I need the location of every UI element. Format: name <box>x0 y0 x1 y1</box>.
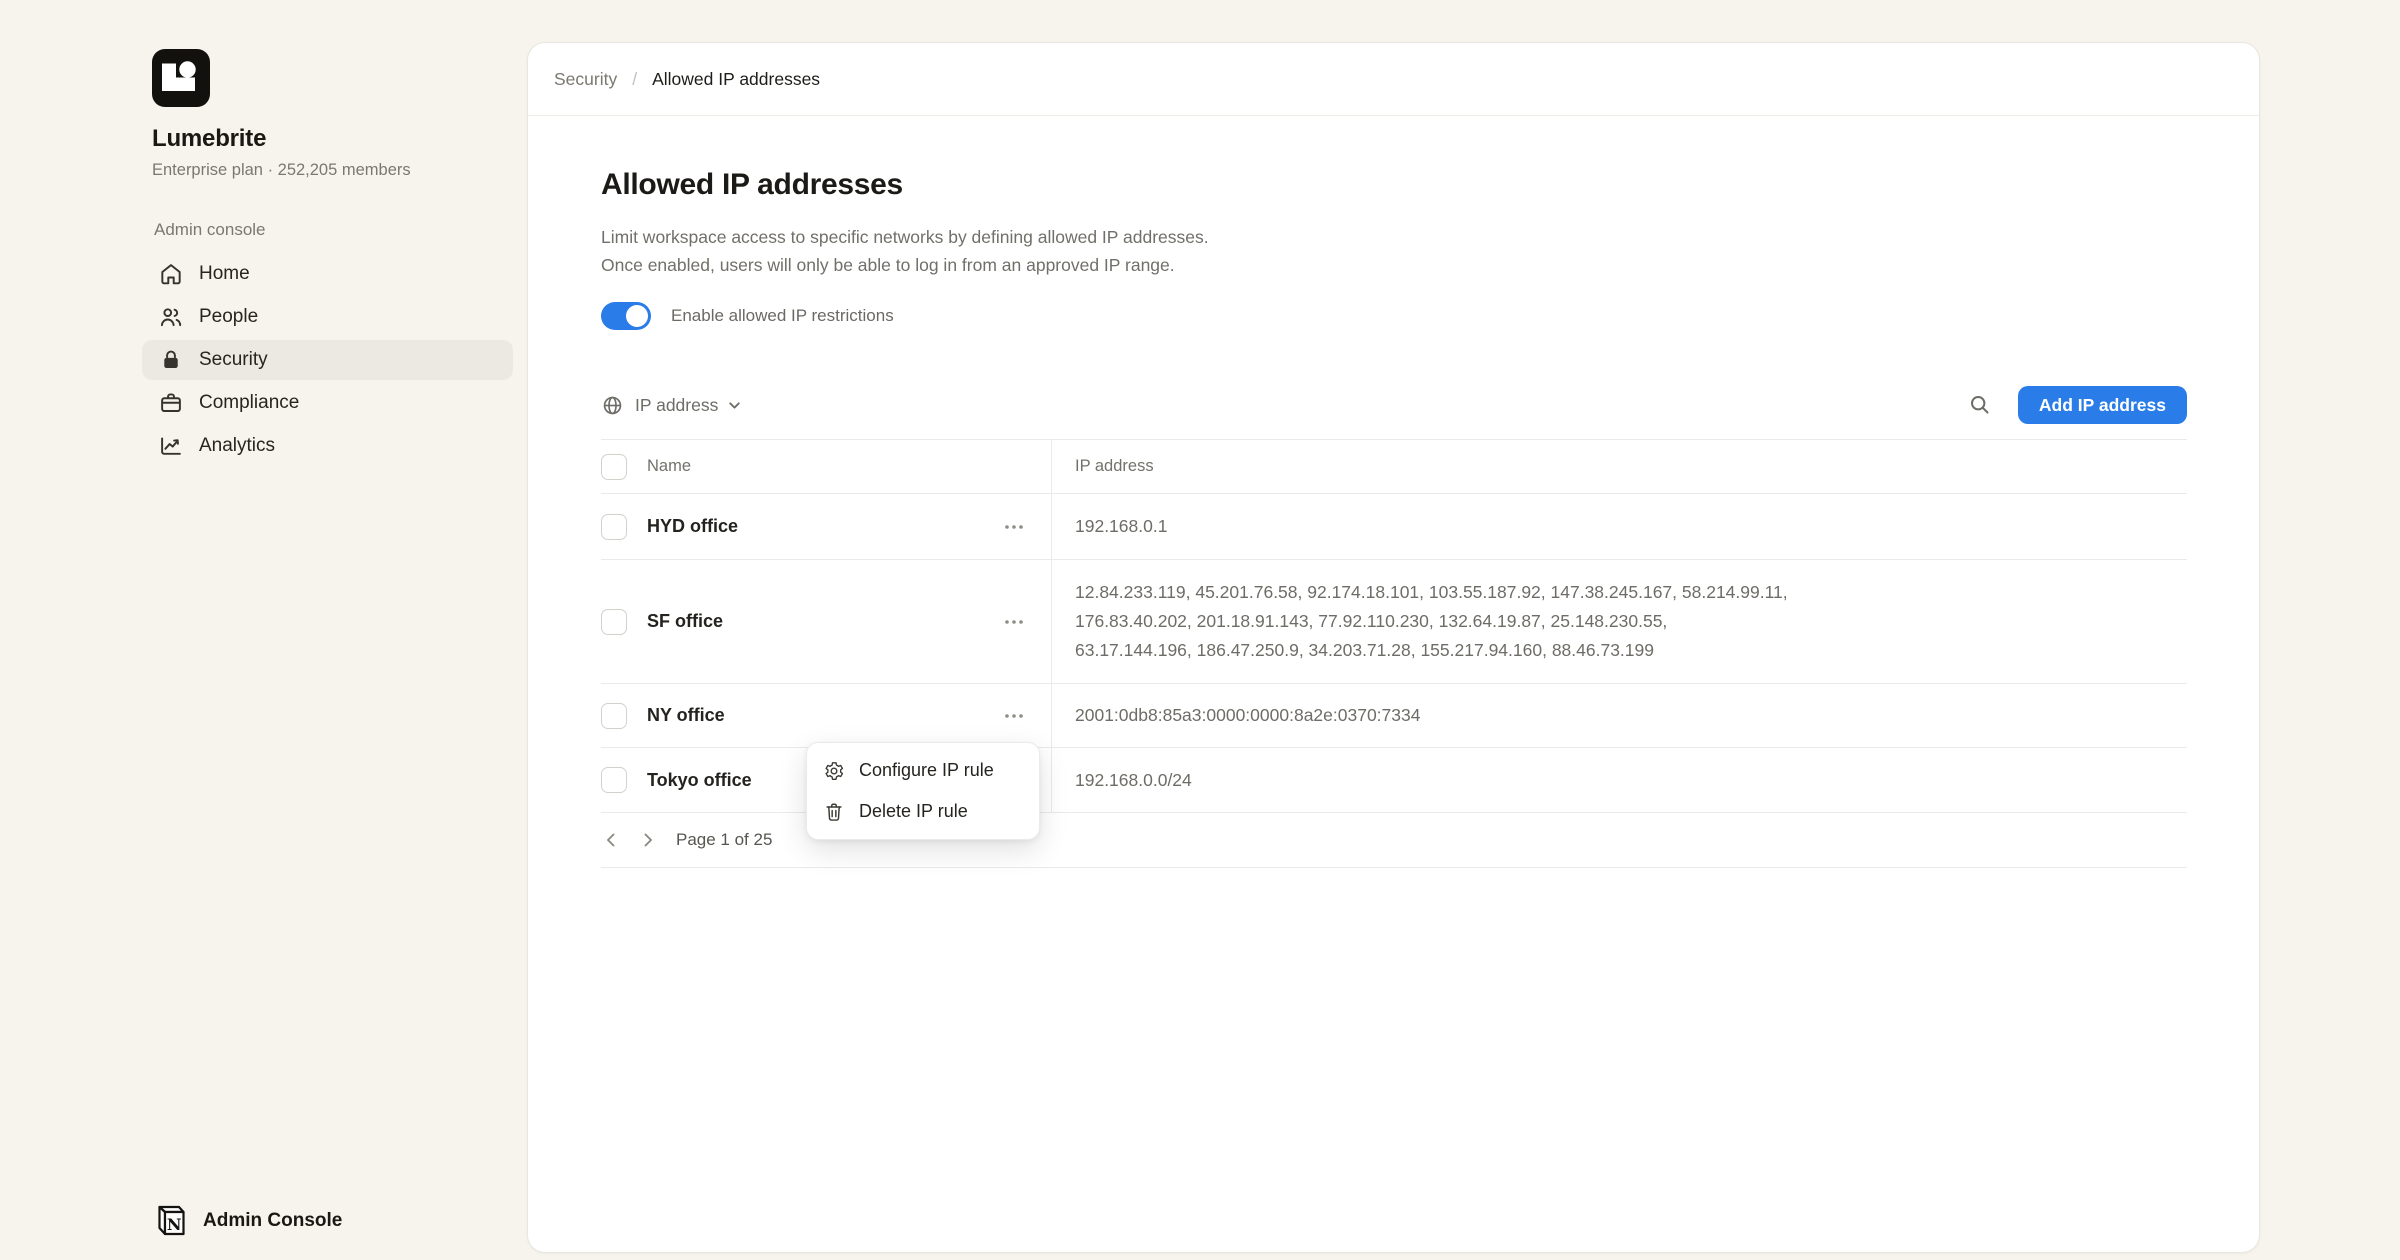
workspace-plan-info: Enterprise plan · 252,205 members <box>152 161 527 180</box>
menu-item-delete-ip-rule[interactable]: Delete IP rule <box>807 791 1039 832</box>
workspace-name: Lumebrite <box>152 125 527 153</box>
gear-icon <box>823 760 845 782</box>
menu-item-label: Configure IP rule <box>859 760 994 781</box>
select-all-checkbox[interactable] <box>601 454 627 480</box>
page-content: Allowed IP addresses Limit workspace acc… <box>528 168 2259 868</box>
page-title: Allowed IP addresses <box>601 168 2187 202</box>
row-name: SF office <box>647 611 723 632</box>
people-icon <box>158 304 184 330</box>
admin-console-brand: N Admin Console <box>152 1202 342 1240</box>
row-actions-ellipsis-icon[interactable] <box>999 701 1029 731</box>
row-actions-ellipsis-icon[interactable] <box>999 512 1029 542</box>
sidebar: Lumebrite Enterprise plan · 252,205 memb… <box>0 0 527 1260</box>
sidebar-nav: Home People Security Complian <box>142 254 513 466</box>
menu-item-configure-ip-rule[interactable]: Configure IP rule <box>807 750 1039 791</box>
row-ip-value: 2001:0db8:85a3:0000:0000:8a2e:0370:7334 <box>1051 684 2187 747</box>
breadcrumb-parent-link[interactable]: Security <box>554 69 617 90</box>
table-row: HYD office 192.168.0.1 <box>601 494 2187 560</box>
briefcase-icon <box>158 390 184 416</box>
workspace-logo-icon <box>152 49 210 107</box>
column-header-name: Name <box>647 457 691 476</box>
sidebar-item-security[interactable]: Security <box>142 340 513 380</box>
page-indicator: Page 1 of 25 <box>676 830 772 850</box>
svg-text:N: N <box>167 1215 182 1234</box>
row-checkbox[interactable] <box>601 514 627 540</box>
row-checkbox[interactable] <box>601 767 627 793</box>
add-ip-address-button[interactable]: Add IP address <box>2018 386 2187 424</box>
sidebar-item-label: Security <box>199 349 268 371</box>
row-ip-value: 192.168.0.0/24 <box>1051 748 2187 812</box>
sidebar-item-people[interactable]: People <box>142 297 513 337</box>
breadcrumb: Security / Allowed IP addresses <box>528 43 2259 116</box>
table-toolbar: IP address Add IP address <box>601 386 2187 424</box>
filter-label: IP address <box>635 395 718 416</box>
sidebar-item-compliance[interactable]: Compliance <box>142 383 513 423</box>
sidebar-item-home[interactable]: Home <box>142 254 513 294</box>
row-checkbox[interactable] <box>601 703 627 729</box>
sidebar-item-analytics[interactable]: Analytics <box>142 426 513 466</box>
sidebar-item-label: Home <box>199 263 250 285</box>
breadcrumb-separator: / <box>632 69 637 90</box>
chevron-left-icon[interactable] <box>601 830 621 850</box>
chevron-right-icon[interactable] <box>638 830 658 850</box>
lock-icon <box>158 347 184 373</box>
row-ip-value: 12.84.233.119, 45.201.76.58, 92.174.18.1… <box>1051 560 2187 683</box>
admin-console-label: Admin Console <box>203 1210 342 1232</box>
page-description: Limit workspace access to specific netwo… <box>601 224 2187 279</box>
main-panel: Security / Allowed IP addresses Allowed … <box>527 42 2260 1253</box>
globe-icon <box>601 394 624 417</box>
table-row: NY office 2001:0db8:85a3:0000:0000:8a2e:… <box>601 684 2187 748</box>
ip-restrictions-toggle-row: Enable allowed IP restrictions <box>601 302 2187 330</box>
column-header-ip: IP address <box>1051 440 2187 493</box>
menu-item-label: Delete IP rule <box>859 801 968 822</box>
chart-icon <box>158 433 184 459</box>
ip-address-filter-dropdown[interactable]: IP address <box>601 394 743 417</box>
sidebar-item-label: Compliance <box>199 392 299 414</box>
table-row: SF office 12.84.233.119, 45.201.76.58, 9… <box>601 560 2187 684</box>
row-name: Tokyo office <box>647 770 752 791</box>
notion-cube-icon: N <box>152 1202 188 1240</box>
home-icon <box>158 261 184 287</box>
toggle-label: Enable allowed IP restrictions <box>671 306 894 326</box>
chevron-down-icon <box>726 397 743 414</box>
breadcrumb-current: Allowed IP addresses <box>652 69 820 90</box>
row-name: HYD office <box>647 516 738 537</box>
toolbar-right: Add IP address <box>1968 386 2187 424</box>
trash-icon <box>823 801 845 823</box>
table-header-row: Name IP address <box>601 440 2187 494</box>
row-name: NY office <box>647 705 725 726</box>
ip-restrictions-toggle[interactable] <box>601 302 651 330</box>
row-ip-value: 192.168.0.1 <box>1051 494 2187 559</box>
search-icon[interactable] <box>1968 393 1992 417</box>
row-checkbox[interactable] <box>601 609 627 635</box>
nav-section-label: Admin console <box>154 220 527 240</box>
row-actions-ellipsis-icon[interactable] <box>999 607 1029 637</box>
sidebar-item-label: Analytics <box>199 435 275 457</box>
sidebar-item-label: People <box>199 306 258 328</box>
toggle-knob <box>626 305 648 327</box>
row-actions-context-menu: Configure IP rule Delete IP rule <box>806 742 1040 840</box>
